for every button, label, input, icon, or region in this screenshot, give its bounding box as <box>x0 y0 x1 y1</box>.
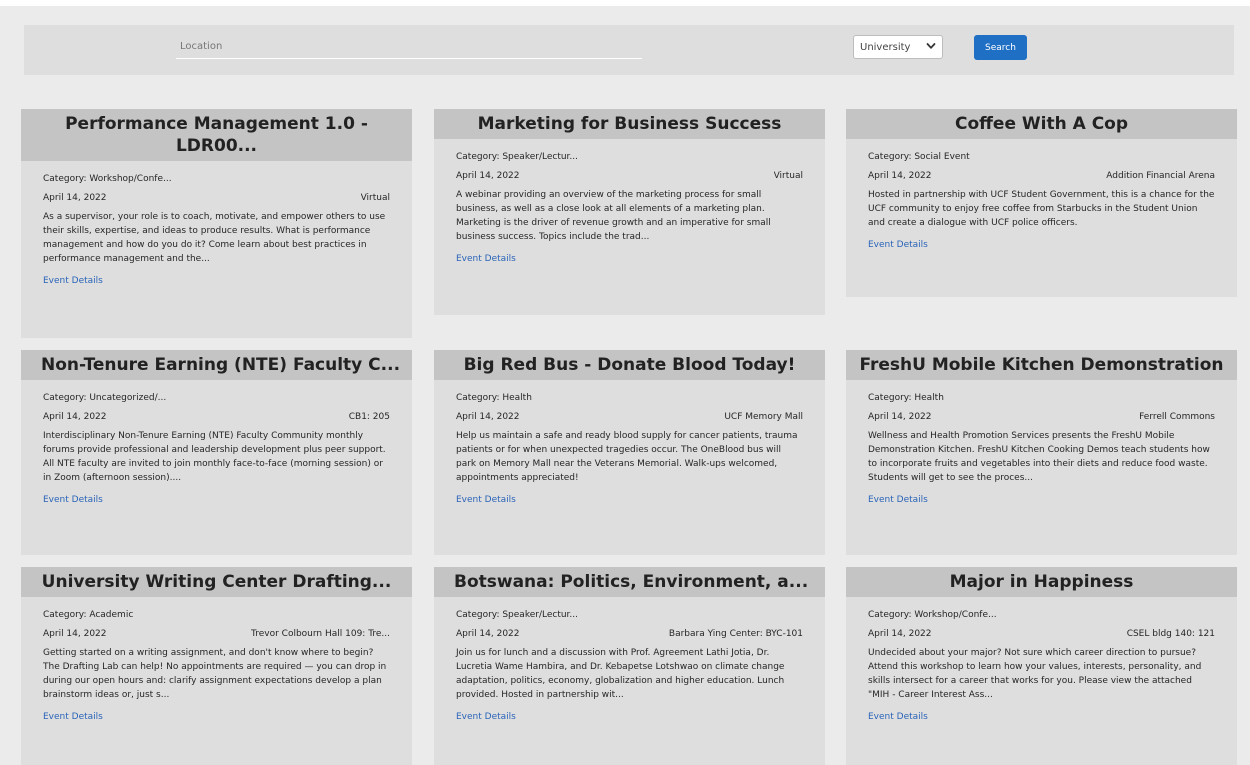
event-location: Virtual <box>773 171 803 181</box>
event-category: Category: Academic <box>43 610 134 620</box>
event-description: Hosted in partnership with UCF Student G… <box>868 190 1215 228</box>
event-title: FreshU Mobile Kitchen Demonstration <box>846 350 1237 380</box>
event-location: CSEL bldg 140: 121 <box>1126 629 1215 639</box>
event-date: April 14, 2022 <box>868 171 932 181</box>
event-details-link[interactable]: Event Details <box>43 495 103 505</box>
event-details-link[interactable]: Event Details <box>868 240 928 250</box>
event-details-link[interactable]: Event Details <box>456 254 516 264</box>
event-details-link[interactable]: Event Details <box>456 495 516 505</box>
event-location: Trevor Colbourn Hall 109: Tre... <box>251 629 390 639</box>
event-card: Performance Management 1.0 - LDR00... Ca… <box>21 109 412 338</box>
event-card: Botswana: Politics, Environment, a... Ca… <box>434 567 825 765</box>
event-title: Big Red Bus - Donate Blood Today! <box>434 350 825 380</box>
event-date: April 14, 2022 <box>456 412 520 422</box>
event-category: Category: Workshop/Confe... <box>43 174 172 184</box>
event-location: CB1: 205 <box>348 412 390 422</box>
event-description: A webinar providing an overview of the m… <box>456 190 771 242</box>
event-card: Non-Tenure Earning (NTE) Faculty C... Ca… <box>21 350 412 555</box>
event-details-link[interactable]: Event Details <box>868 712 928 722</box>
event-title: Major in Happiness <box>846 567 1237 597</box>
event-category: Category: Speaker/Lectur... <box>456 152 579 162</box>
event-location: Virtual <box>360 193 390 203</box>
event-card: Marketing for Business Success Category:… <box>434 109 825 315</box>
event-date: April 14, 2022 <box>456 629 520 639</box>
event-description: Interdisciplinary Non-Tenure Earning (NT… <box>43 431 386 483</box>
event-date: April 14, 2022 <box>43 412 107 422</box>
event-card: Major in Happiness Category: Workshop/Co… <box>846 567 1237 765</box>
event-card: University Writing Center Drafting... Ca… <box>21 567 412 765</box>
event-date: April 14, 2022 <box>456 171 520 181</box>
event-card: Big Red Bus - Donate Blood Today! Catego… <box>434 350 825 555</box>
event-details-link[interactable]: Event Details <box>43 712 103 722</box>
search-button[interactable]: Search <box>974 35 1027 60</box>
event-title: Coffee With A Cop <box>846 109 1237 139</box>
event-title: Marketing for Business Success <box>434 109 825 139</box>
event-description: Getting started on a writing assignment,… <box>43 648 387 700</box>
search-bar: University Search <box>24 25 1234 75</box>
event-title: University Writing Center Drafting... <box>21 567 412 597</box>
chevron-down-icon <box>926 41 936 54</box>
category-filter-value: University <box>860 41 911 53</box>
event-description: Join us for lunch and a discussion with … <box>456 648 785 700</box>
event-category: Category: Speaker/Lectur... <box>456 610 579 620</box>
event-details-link[interactable]: Event Details <box>43 276 103 286</box>
event-category: Category: Health <box>456 393 532 403</box>
event-category: Category: Uncategorized/... <box>43 393 167 403</box>
event-category: Category: Social Event <box>868 152 970 162</box>
event-title: Botswana: Politics, Environment, a... <box>434 567 825 597</box>
event-date: April 14, 2022 <box>868 412 932 422</box>
event-location: Ferrell Commons <box>1139 412 1215 422</box>
location-input[interactable] <box>176 35 642 59</box>
event-card: Coffee With A Cop Category: Social Event… <box>846 109 1237 297</box>
event-description: As a supervisor, your role is to coach, … <box>43 212 386 264</box>
event-location: Addition Financial Arena <box>1106 171 1215 181</box>
event-date: April 14, 2022 <box>43 193 107 203</box>
event-category: Category: Workshop/Confe... <box>868 610 997 620</box>
event-title: Non-Tenure Earning (NTE) Faculty C... <box>21 350 412 380</box>
category-filter-select[interactable]: University <box>853 35 943 59</box>
event-details-link[interactable]: Event Details <box>456 712 516 722</box>
event-description: Wellness and Health Promotion Services p… <box>868 431 1210 483</box>
top-strip <box>0 0 1250 6</box>
event-card: FreshU Mobile Kitchen Demonstration Cate… <box>846 350 1237 555</box>
event-description: Undecided about your major? Not sure whi… <box>868 648 1202 700</box>
event-details-link[interactable]: Event Details <box>868 495 928 505</box>
event-date: April 14, 2022 <box>43 629 107 639</box>
event-description: Help us maintain a safe and ready blood … <box>456 431 798 483</box>
event-location: Barbara Ying Center: BYC-101 <box>668 629 803 639</box>
event-title: Performance Management 1.0 - LDR00... <box>21 109 412 161</box>
event-location: UCF Memory Mall <box>724 412 803 422</box>
event-date: April 14, 2022 <box>868 629 932 639</box>
event-category: Category: Health <box>868 393 944 403</box>
